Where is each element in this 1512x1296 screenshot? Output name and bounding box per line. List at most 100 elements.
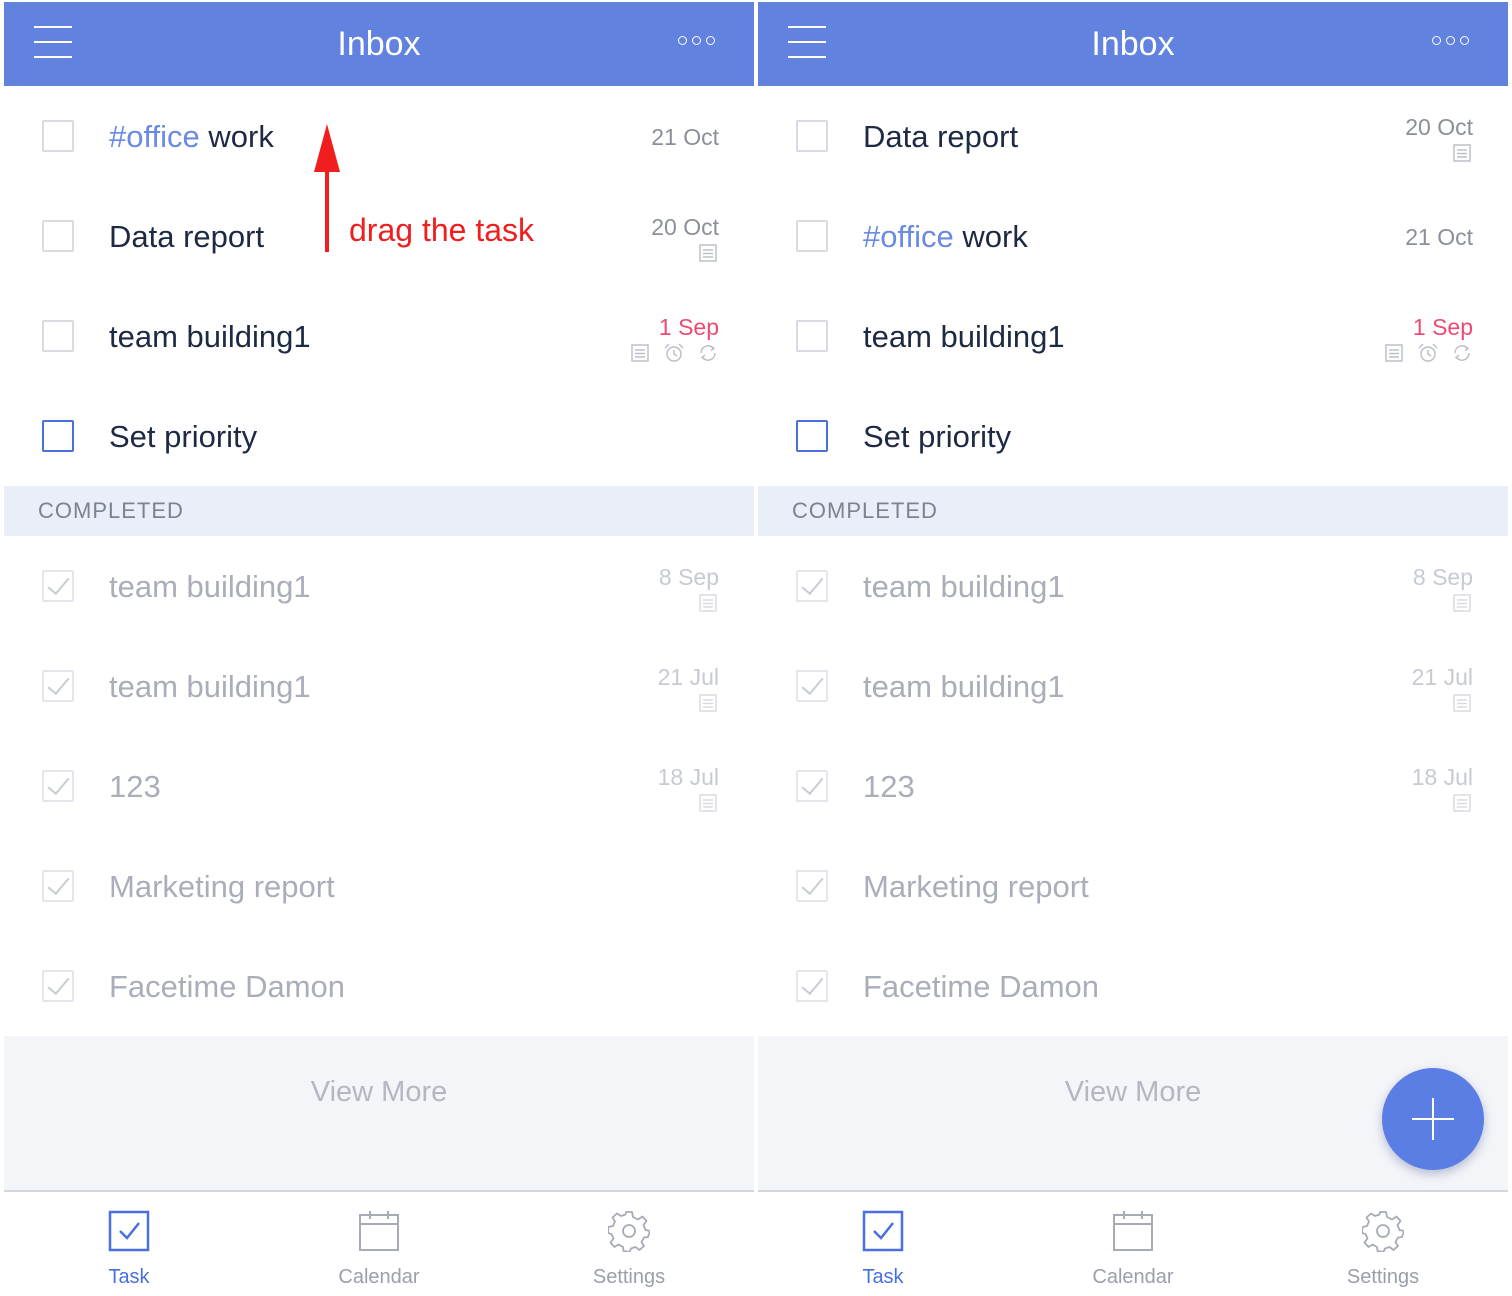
task-checkbox[interactable] — [796, 220, 828, 252]
completed-task-row[interactable]: team building1 21 Jul — [4, 636, 754, 736]
task-title: #office work — [109, 119, 274, 154]
task-title: Marketing report — [863, 869, 1089, 904]
repeat-icon — [1454, 345, 1470, 361]
completed-section-header: COMPLETED — [758, 486, 1508, 536]
task-title: Facetime Damon — [109, 969, 346, 1004]
task-title: Facetime Damon — [863, 969, 1100, 1004]
task-icons — [697, 792, 719, 814]
task-date: 20 Oct — [1405, 114, 1473, 140]
note-icon — [1453, 794, 1471, 812]
task-date: 18 Jul — [1411, 764, 1473, 790]
task-tag[interactable]: #office — [863, 219, 954, 254]
add-task-button[interactable] — [1382, 1068, 1484, 1170]
completed-task-row[interactable]: Facetime Damon — [758, 936, 1508, 1036]
task-date-overdue: 1 Sep — [1412, 314, 1473, 340]
completed-task-row[interactable]: Marketing report — [758, 836, 1508, 936]
task-date: 8 Sep — [1412, 564, 1473, 590]
tab-bar: Task Calendar Settings — [758, 1194, 1508, 1296]
task-checkbox-checked[interactable] — [796, 770, 828, 802]
left-screen: Inbox #office work 21 Oct Data report 20… — [4, 0, 754, 1296]
task-title: team building1 — [109, 319, 311, 354]
completed-task-row[interactable]: team building1 21 Jul — [758, 636, 1508, 736]
completed-task-row[interactable]: team building1 8 Sep — [758, 536, 1508, 636]
alarm-icon — [1418, 343, 1438, 362]
tab-settings[interactable]: Settings — [1258, 1194, 1508, 1296]
task-row[interactable]: Set priority — [4, 386, 754, 486]
task-checkbox-checked[interactable] — [42, 870, 74, 902]
gear-icon — [608, 1211, 650, 1252]
task-icons — [697, 692, 719, 714]
task-icons — [1451, 692, 1473, 714]
task-checkbox[interactable] — [796, 320, 828, 352]
task-icons — [697, 242, 719, 264]
header: Inbox — [758, 2, 1508, 86]
view-more-button[interactable]: View More — [4, 1076, 754, 1109]
completed-task-row[interactable]: team building1 8 Sep — [4, 536, 754, 636]
completed-task-row[interactable]: 123 18 Jul — [758, 736, 1508, 836]
task-date: 20 Oct — [651, 214, 719, 240]
task-title: team building1 — [109, 569, 311, 604]
header: Inbox — [4, 2, 754, 86]
task-title: Data report — [863, 119, 1019, 154]
task-checkbox-checked[interactable] — [796, 970, 828, 1002]
task-checkbox-checked[interactable] — [796, 570, 828, 602]
task-title: Set priority — [863, 419, 1012, 454]
task-title: team building1 — [863, 319, 1065, 354]
task-checkbox-checked[interactable] — [42, 770, 74, 802]
task-date: 21 Jul — [1411, 664, 1473, 690]
tab-calendar[interactable]: Calendar — [1008, 1194, 1258, 1296]
task-checkbox-checked[interactable] — [42, 670, 74, 702]
task-checkbox[interactable] — [796, 120, 828, 152]
task-title: Set priority — [109, 419, 258, 454]
task-row[interactable]: #office work 21 Oct — [4, 86, 754, 186]
task-icons — [697, 592, 719, 614]
task-title: team building1 — [109, 669, 311, 704]
tab-settings[interactable]: Settings — [504, 1194, 754, 1296]
task-check-icon — [862, 1210, 904, 1252]
task-icons — [1451, 142, 1473, 164]
note-icon — [631, 344, 649, 362]
task-row[interactable]: team building1 1 Sep — [758, 286, 1508, 386]
note-icon — [699, 594, 717, 612]
completed-task-row[interactable]: Marketing report — [4, 836, 754, 936]
more-options-icon[interactable] — [1432, 36, 1472, 48]
task-icons — [1451, 792, 1473, 814]
completed-section-header: COMPLETED — [4, 486, 754, 536]
right-screen: Inbox Data report 20 Oct #office work 21… — [758, 0, 1508, 1296]
more-options-icon[interactable] — [678, 36, 718, 48]
task-row[interactable]: Set priority — [758, 386, 1508, 486]
completed-task-row[interactable]: Facetime Damon — [4, 936, 754, 1036]
note-icon — [1453, 144, 1471, 162]
task-row[interactable]: #office work 21 Oct — [758, 186, 1508, 286]
tab-calendar[interactable]: Calendar — [254, 1194, 504, 1296]
tab-task[interactable]: Task — [4, 1194, 254, 1296]
task-row[interactable]: Data report 20 Oct — [758, 86, 1508, 186]
task-title: 123 — [863, 769, 915, 804]
task-date: 8 Sep — [658, 564, 719, 590]
view-more-section: View More — [4, 1036, 754, 1192]
drag-arrow-icon — [314, 124, 340, 252]
calendar-icon — [359, 1211, 399, 1251]
repeat-icon — [700, 345, 716, 361]
alarm-icon — [664, 343, 684, 362]
task-title: Marketing report — [109, 869, 335, 904]
task-date: 21 Oct — [1405, 224, 1473, 250]
task-title: 123 — [109, 769, 161, 804]
task-checkbox[interactable] — [42, 420, 74, 452]
drag-annotation: drag the task — [349, 212, 534, 248]
task-checkbox[interactable] — [42, 320, 74, 352]
task-date: 21 Oct — [651, 124, 719, 150]
note-icon — [1385, 344, 1403, 362]
task-title: Data report — [109, 219, 265, 254]
task-checkbox[interactable] — [42, 120, 74, 152]
task-checkbox-checked[interactable] — [42, 970, 74, 1002]
task-checkbox[interactable] — [42, 220, 74, 252]
task-checkbox-checked[interactable] — [796, 870, 828, 902]
completed-task-row[interactable]: 123 18 Jul — [4, 736, 754, 836]
task-checkbox-checked[interactable] — [796, 670, 828, 702]
task-checkbox[interactable] — [796, 420, 828, 452]
task-checkbox-checked[interactable] — [42, 570, 74, 602]
task-tag[interactable]: #office — [109, 119, 200, 154]
task-row[interactable]: team building1 1 Sep — [4, 286, 754, 386]
tab-task[interactable]: Task — [758, 1194, 1008, 1296]
